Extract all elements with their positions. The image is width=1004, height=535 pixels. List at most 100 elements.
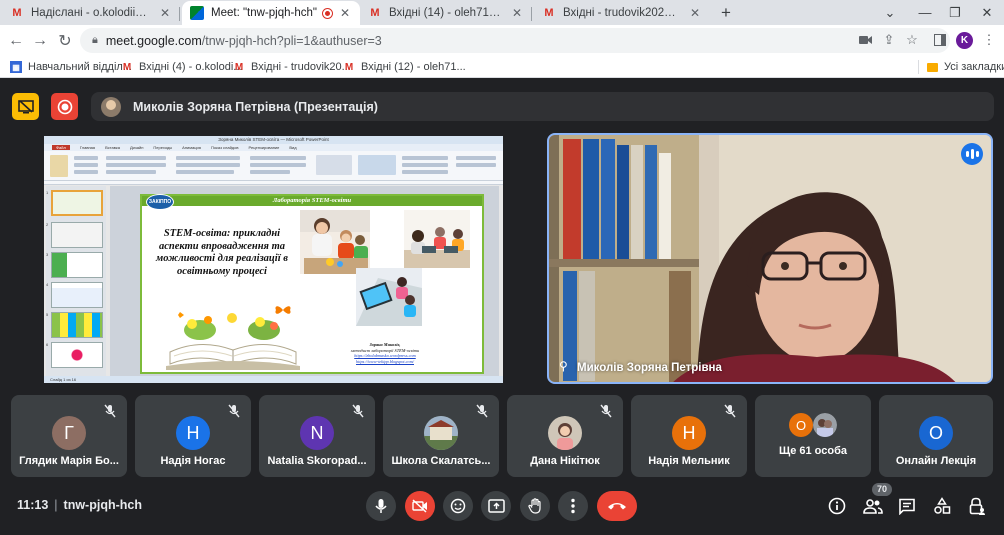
gmail-icon: M (122, 61, 132, 73)
shared-screen: Зоряна Миколів STEM-освіта — Microsoft P… (44, 136, 503, 383)
gmail-icon: M (370, 7, 380, 19)
stop-presenting-button[interactable] (12, 93, 39, 120)
people-button[interactable] (862, 495, 884, 517)
speaker-video (549, 135, 991, 382)
gmail-icon: M (344, 61, 354, 73)
participant-tile[interactable]: Г Глядик Марія Бо... (11, 395, 127, 477)
clock: 11:13 (17, 498, 49, 512)
more-vert-icon (571, 498, 575, 514)
menu-icon[interactable]: ⋮ (980, 31, 998, 49)
leave-call-button[interactable] (597, 491, 637, 521)
avatar (424, 416, 458, 450)
gmail-icon: M (12, 7, 22, 19)
participant-tile[interactable]: Дана Нікітюк (507, 395, 623, 477)
calendar-icon: ▦ (10, 61, 22, 73)
slide-author: Зоряна Миколів, методист лабораторії STE… (350, 342, 420, 364)
presenter-name: Миколів Зоряна Петрівна (Презентація) (133, 99, 378, 114)
url-host: meet.google.com (105, 33, 202, 48)
participant-tile[interactable]: Н Надія Мельник (631, 395, 747, 477)
tab-title: Вхідні (14) - oleh71kolod@gmail. (389, 7, 504, 19)
speaker-tile[interactable]: ⚲ Миколів Зоряна Петрівна (547, 133, 993, 384)
lock-icon: 🔒︎ (92, 34, 98, 46)
recording-button[interactable] (51, 93, 78, 120)
mic-button[interactable] (366, 491, 396, 521)
minimize-icon[interactable]: — (910, 0, 940, 25)
mic-off-icon (476, 404, 488, 418)
close-icon[interactable]: ✕ (338, 6, 352, 20)
avatar: N (300, 416, 334, 450)
camera-button[interactable] (405, 491, 435, 521)
bookmark-item[interactable]: M Вхідні (12) - oleh71... (343, 59, 466, 75)
avatar (813, 413, 837, 437)
folder-icon (927, 62, 938, 72)
present-button[interactable] (481, 491, 511, 521)
shapes-icon (934, 497, 951, 514)
tab-strip: M Надіслані - o.kolodiichuk@ippo.k ✕ Mee… (0, 0, 1004, 25)
tab-inbox-trudovik[interactable]: M Вхідні - trudovik2023@gmail.com ✕ (534, 1, 710, 25)
current-slide: Лабораторія STEM-освіти ЗАКІППО STEM-осв… (140, 194, 484, 374)
bookmarks-bar: ▦ Навчальний відділ... M Вхідні (4) - o.… (0, 56, 1004, 78)
emoji-button[interactable] (443, 491, 473, 521)
all-bookmarks-button[interactable]: Усі закладки (927, 59, 1004, 75)
close-icon[interactable]: ✕ (510, 6, 524, 20)
bookmark-item[interactable]: M Вхідні - trudovik20... (233, 59, 351, 75)
avatar: Г (52, 416, 86, 450)
close-icon[interactable]: ✕ (158, 6, 172, 20)
reload-icon[interactable]: ↻ (53, 29, 77, 53)
avatar: О (919, 416, 953, 450)
tab-title: Meet: "tnw-pjqh-hch" (211, 7, 317, 19)
meeting-details-button[interactable] (826, 495, 848, 517)
participant-name: Дана Нікітюк (530, 455, 600, 467)
participant-tile[interactable]: О Онлайн Лекція (879, 395, 993, 477)
share-icon[interactable]: ⇪ (880, 31, 898, 49)
present-icon (487, 499, 505, 513)
camera-off-icon (412, 499, 427, 513)
bookmark-star-icon[interactable]: ☆ (903, 31, 921, 49)
chevron-down-icon[interactable]: ⌄ (875, 0, 905, 25)
presenter-banner: Миколів Зоряна Петрівна (Презентація) (91, 92, 994, 121)
close-window-icon[interactable]: ✕ (972, 0, 1002, 25)
avatar: Н (672, 416, 706, 450)
butterfly-icon (275, 306, 291, 314)
participant-name: Онлайн Лекція (895, 455, 977, 467)
classroom-photo (300, 210, 370, 274)
camera-icon[interactable] (856, 31, 874, 49)
participant-tile[interactable]: Школа Скалатсь... (383, 395, 499, 477)
close-icon[interactable]: ✕ (688, 6, 702, 20)
tab-sent-mail[interactable]: M Надіслані - o.kolodiichuk@ippo.k ✕ (2, 1, 180, 25)
back-icon[interactable]: ← (4, 29, 28, 53)
tab-inbox-oleh[interactable]: M Вхідні (14) - oleh71kolod@gmail. ✕ (360, 1, 532, 25)
bookmark-item[interactable]: M Вхідні (4) - o.kolodi... (121, 59, 243, 75)
mic-off-icon (600, 404, 612, 418)
profile-avatar[interactable]: K (956, 32, 973, 49)
laptop-photo (404, 210, 470, 268)
participant-tile[interactable]: Н Надія Ногас (135, 395, 251, 477)
address-bar[interactable]: 🔒︎ meet.google.com/tnw-pjqh-hch?pli=1&au… (80, 28, 950, 53)
participant-name: Ще 61 особа (779, 445, 847, 457)
logo: ЗАКІППО (146, 194, 174, 210)
pin-icon[interactable]: ⚲ (559, 359, 568, 373)
forward-icon[interactable]: → (28, 29, 52, 53)
raise-hand-button[interactable] (520, 491, 550, 521)
chat-icon (899, 498, 915, 515)
meeting-code: tnw-pjqh-hch (63, 498, 142, 512)
participant-tile[interactable]: N Natalia Skoropad... (259, 395, 375, 477)
mic-off-icon (352, 404, 364, 418)
speaker-name: Миколів Зоряна Петрівна (577, 362, 722, 374)
bookmark-item[interactable]: ▦ Навчальний відділ... (10, 59, 132, 75)
speaking-indicator-icon (961, 143, 983, 165)
recording-icon (323, 8, 332, 18)
url-path: /tnw-pjqh-hch?pli=1&authuser=3 (201, 33, 382, 48)
activities-button[interactable] (931, 495, 953, 517)
restore-icon[interactable]: ❐ (940, 0, 970, 25)
more-options-button[interactable] (558, 491, 588, 521)
ppt-ribbon (44, 151, 503, 185)
host-controls-button[interactable] (966, 495, 988, 517)
more-participants-tile[interactable]: О Ще 61 особа (755, 395, 871, 477)
chat-button[interactable] (896, 495, 918, 517)
side-panel-icon[interactable] (931, 31, 949, 49)
participant-name: Надія Ногас (160, 455, 226, 467)
new-tab-button[interactable]: + (711, 0, 741, 25)
participant-name: Глядик Марія Бо... (19, 455, 119, 467)
tab-meet[interactable]: Meet: "tnw-pjqh-hch" ✕ (182, 1, 360, 25)
